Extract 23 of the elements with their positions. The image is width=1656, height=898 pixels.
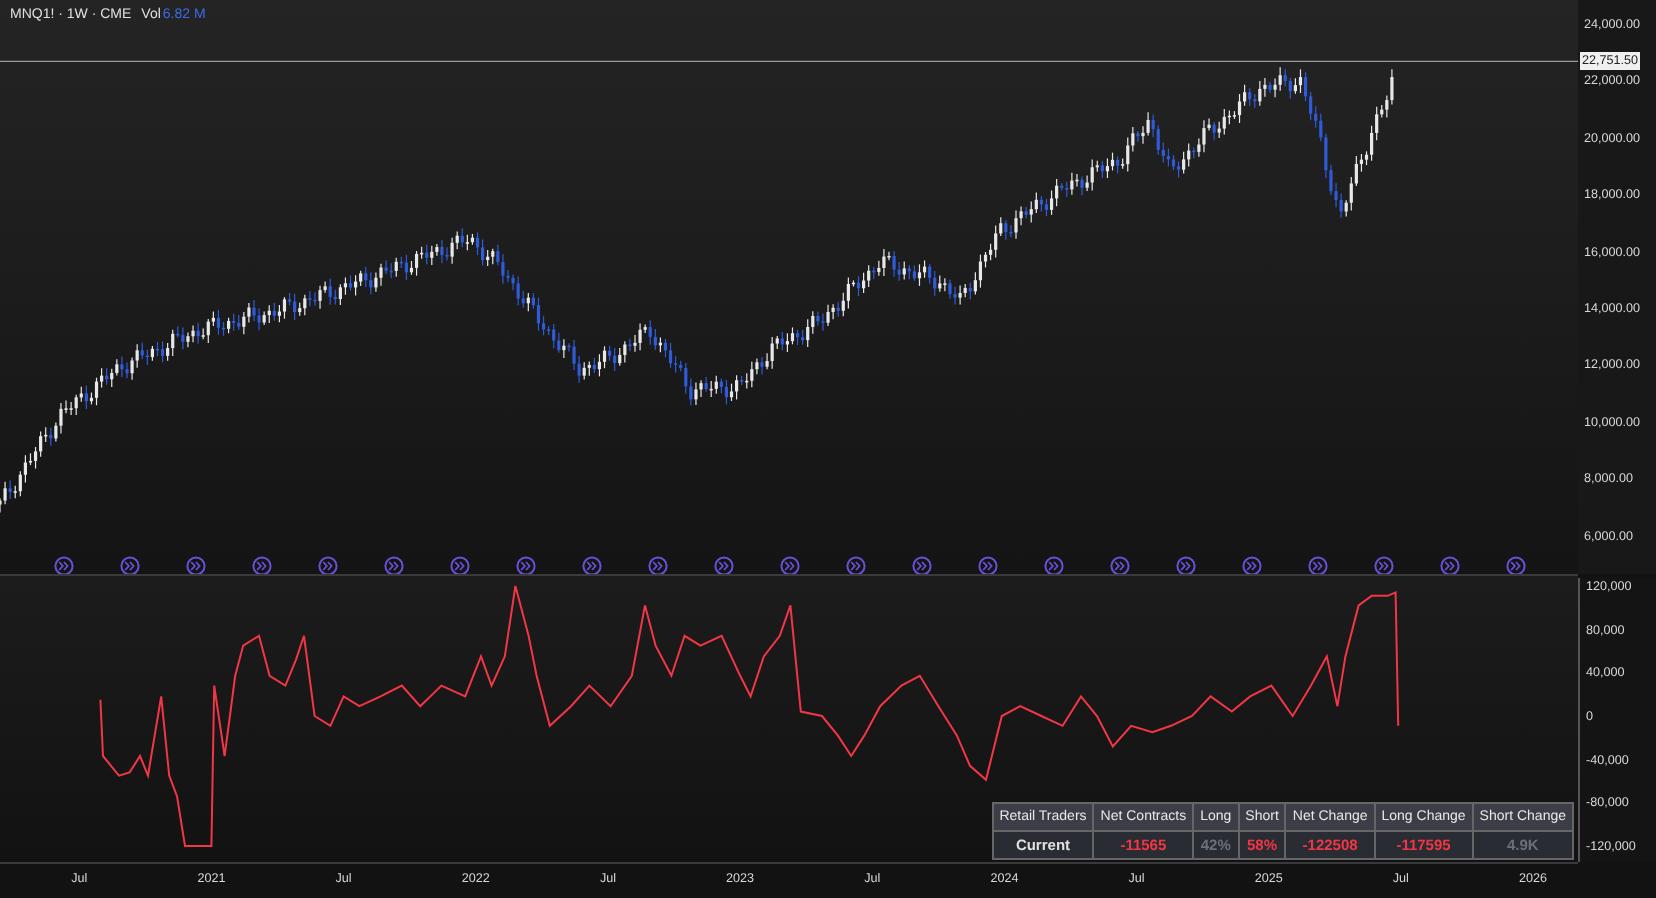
- event-marker-icon[interactable]: [1308, 556, 1328, 574]
- event-marker-icon[interactable]: [516, 556, 536, 574]
- event-marker-icon[interactable]: [648, 556, 668, 574]
- event-marker-icon[interactable]: [1242, 556, 1262, 574]
- event-marker-icon[interactable]: [1440, 556, 1460, 574]
- event-marker-icon[interactable]: [252, 556, 272, 574]
- event-marker-icon[interactable]: [54, 556, 74, 574]
- event-marker-icon[interactable]: [318, 556, 338, 574]
- event-marker-icon[interactable]: [1176, 556, 1196, 574]
- event-marker-icon[interactable]: [582, 556, 602, 574]
- event-marker-icon[interactable]: [714, 556, 734, 574]
- event-marker-icon[interactable]: [1506, 556, 1526, 574]
- event-marker-icon[interactable]: [450, 556, 470, 574]
- event-marker-icon[interactable]: [1110, 556, 1130, 574]
- event-marker-icon[interactable]: [1044, 556, 1064, 574]
- event-marker-icon[interactable]: [846, 556, 866, 574]
- event-marker-icon[interactable]: [1374, 556, 1394, 574]
- event-marker-icon[interactable]: [186, 556, 206, 574]
- event-marker-icon[interactable]: [978, 556, 998, 574]
- event-marker-icon[interactable]: [912, 556, 932, 574]
- event-marker-icon[interactable]: [780, 556, 800, 574]
- event-marker-icon[interactable]: [120, 556, 140, 574]
- event-marker-icon[interactable]: [384, 556, 404, 574]
